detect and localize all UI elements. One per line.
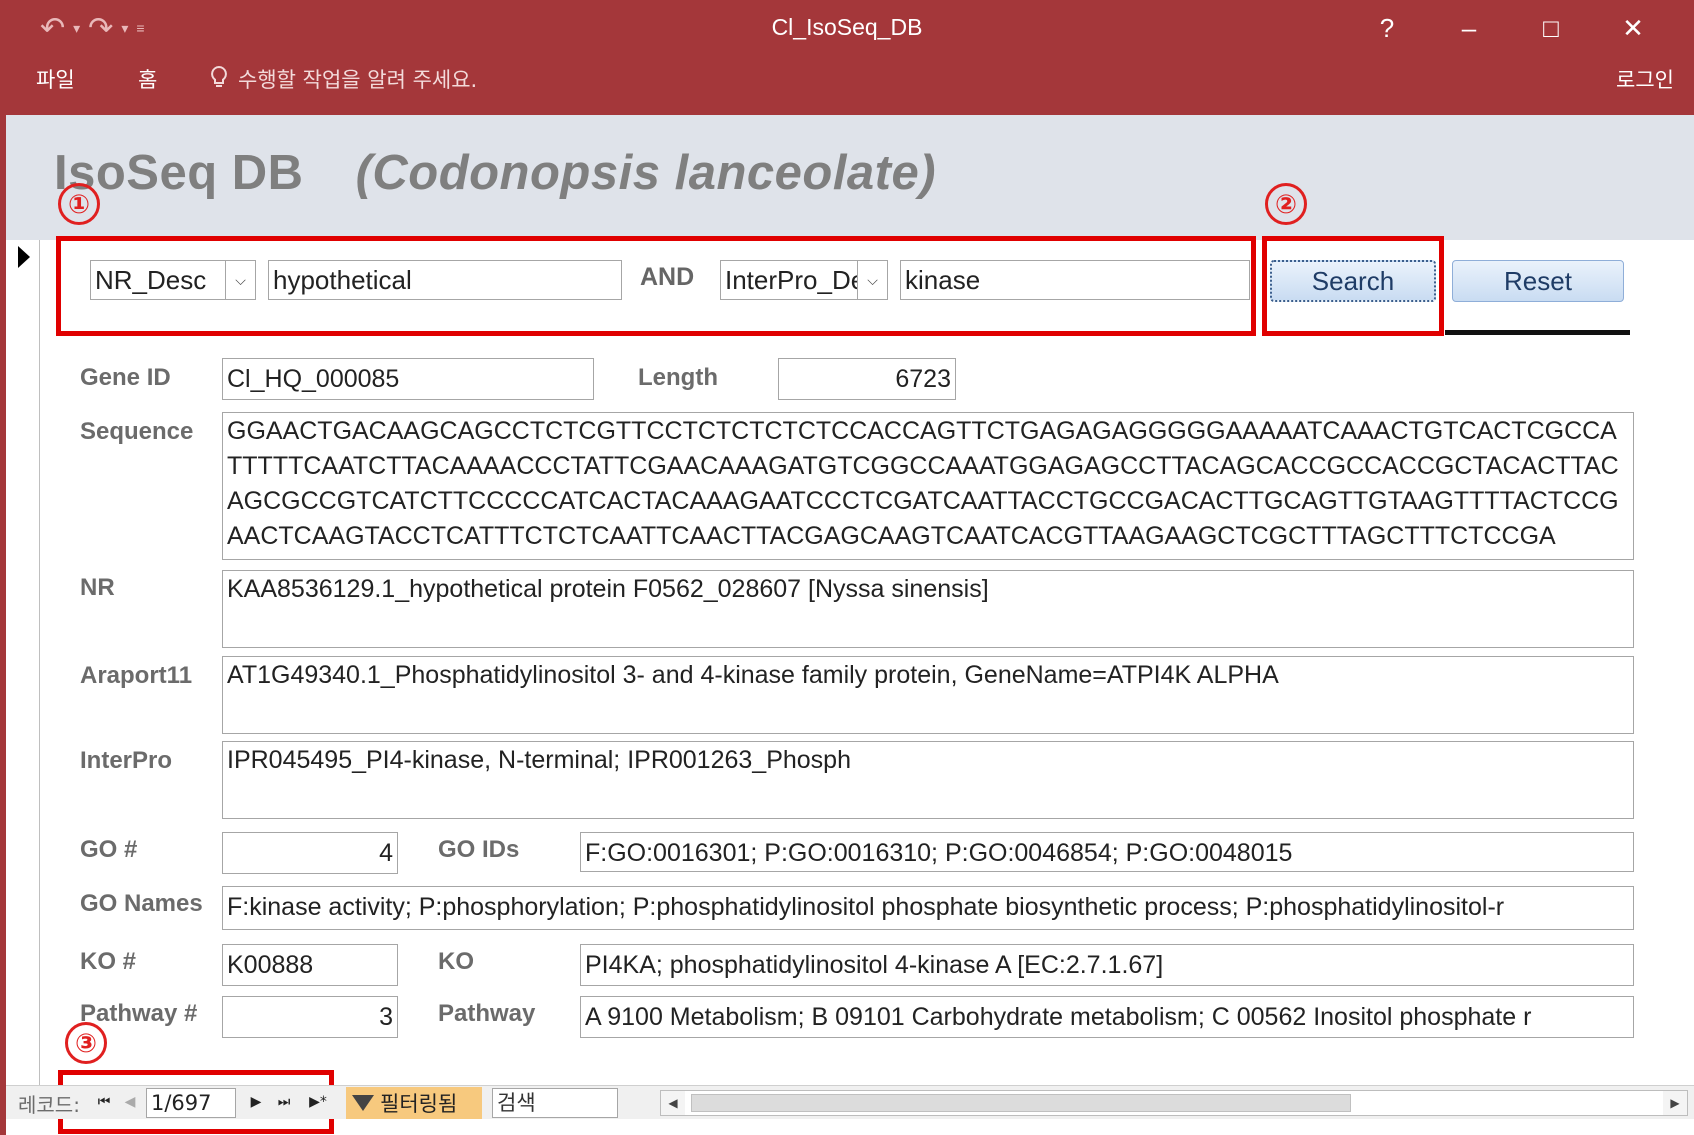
- next-record-icon[interactable]: ▶: [244, 1090, 268, 1114]
- chevron-down-icon[interactable]: ⌵: [225, 261, 255, 299]
- sequence-field[interactable]: GGAACTGACAAGCAGCCTCTCGTTCCTCTCTCTCTCCACC…: [222, 412, 1634, 560]
- interpro-label: InterPro: [80, 747, 173, 774]
- field2-value: InterPro_De: [725, 265, 866, 295]
- scrollbar-thumb[interactable]: [691, 1094, 1351, 1112]
- pathway-count-field[interactable]: 3: [222, 996, 398, 1038]
- ko-field[interactable]: PI4KA; phosphatidylinositol 4-kinase A […: [580, 944, 1634, 986]
- scroll-right-icon[interactable]: ▶: [1663, 1091, 1687, 1115]
- record-label: 레코드:: [18, 1093, 80, 1117]
- term1-input[interactable]: hypothetical: [268, 260, 622, 300]
- go-ids-field[interactable]: F:GO:0016301; P:GO:0016310; P:GO:0046854…: [580, 832, 1634, 872]
- maximize-button[interactable]: □: [1510, 8, 1592, 48]
- minimize-button[interactable]: –: [1428, 8, 1510, 48]
- nr-label: NR: [80, 574, 115, 601]
- interpro-field[interactable]: IPR045495_PI4-kinase, N-terminal; IPR001…: [222, 741, 1634, 819]
- field1-select[interactable]: NR_Desc ⌵: [90, 260, 256, 300]
- navigation-search-input[interactable]: 검색: [492, 1088, 618, 1118]
- help-button[interactable]: ?: [1346, 8, 1428, 48]
- filter-toggle[interactable]: 필터링됨: [346, 1087, 482, 1119]
- tab-file[interactable]: 파일: [36, 64, 75, 94]
- araport-field[interactable]: AT1G49340.1_Phosphatidylinositol 3- and …: [222, 656, 1634, 734]
- field2-select[interactable]: InterPro_De ⌵: [720, 260, 888, 300]
- ko-label: KO: [438, 948, 474, 975]
- chevron-down-icon[interactable]: ⌵: [857, 261, 887, 299]
- horizontal-scrollbar[interactable]: ◀ ▶: [660, 1090, 1688, 1116]
- araport-label: Araport11: [80, 662, 193, 689]
- scroll-left-icon[interactable]: ◀: [661, 1091, 685, 1115]
- lightbulb-icon: [210, 65, 228, 94]
- filter-status-text: 필터링됨: [380, 1092, 458, 1116]
- pathway-count-label: Pathway #: [80, 1000, 198, 1027]
- ko-count-label: KO #: [80, 948, 137, 975]
- pathway-label: Pathway: [438, 1000, 536, 1027]
- callout-3: ③: [65, 1022, 107, 1064]
- pathway-field[interactable]: A 9100 Metabolism; B 09101 Carbohydrate …: [580, 996, 1634, 1038]
- title-bar: ↶ ▾ ↷ ▾ ≡ Cl_IsoSeq_DB ? – □ ✕ 파일 홈 수행할 …: [0, 0, 1694, 115]
- ribbon-menu: 파일 홈 수행할 작업을 알려 주세요. 로그인: [0, 58, 1694, 98]
- current-record-arrow-icon: [18, 246, 30, 268]
- callout-1: ①: [58, 183, 100, 225]
- sign-in-link[interactable]: 로그인: [1616, 64, 1674, 94]
- form-species: (Codonopsis lanceolate): [355, 146, 937, 200]
- previous-record-icon[interactable]: ◀: [118, 1090, 142, 1114]
- record-selector[interactable]: [6, 240, 40, 1085]
- go-count-field[interactable]: 4: [222, 832, 398, 874]
- go-ids-label: GO IDs: [438, 836, 520, 863]
- form-title: IsoSeq DB (Codonopsis lanceolate): [54, 145, 936, 201]
- first-record-icon[interactable]: ⏮: [92, 1090, 116, 1114]
- term2-input[interactable]: kinase: [900, 260, 1250, 300]
- filter-icon: [352, 1095, 374, 1111]
- last-record-icon[interactable]: ⏭: [272, 1090, 296, 1114]
- new-record-icon[interactable]: ▶*: [302, 1090, 334, 1114]
- operator-label: AND: [640, 263, 695, 291]
- search-button[interactable]: Search: [1270, 260, 1436, 302]
- current-record-input[interactable]: 1/697: [146, 1088, 236, 1118]
- nr-field[interactable]: KAA8536129.1_hypothetical protein F0562_…: [222, 570, 1634, 648]
- tab-home[interactable]: 홈: [138, 64, 157, 94]
- tell-me-text: 수행할 작업을 알려 주세요.: [238, 68, 478, 92]
- go-names-label: GO Names: [80, 890, 203, 917]
- length-field[interactable]: 6723: [778, 358, 956, 400]
- gene-id-field[interactable]: Cl_HQ_000085: [222, 358, 594, 400]
- go-count-label: GO #: [80, 836, 138, 863]
- tell-me-box[interactable]: 수행할 작업을 알려 주세요.: [210, 64, 477, 94]
- record-navigation-bar: 레코드: ⏮ ◀ 1/697 ▶ ⏭ ▶* 필터링됨 검색 ◀ ▶: [6, 1085, 1694, 1119]
- callout-2: ②: [1265, 183, 1307, 225]
- divider-line: [1445, 330, 1630, 335]
- close-button[interactable]: ✕: [1592, 8, 1674, 48]
- sequence-label: Sequence: [80, 418, 194, 445]
- gene-id-label: Gene ID: [80, 364, 171, 391]
- length-label: Length: [638, 364, 718, 391]
- window-controls: ? – □ ✕: [1346, 8, 1674, 48]
- reset-button[interactable]: Reset: [1452, 260, 1624, 302]
- go-names-field[interactable]: F:kinase activity; P:phosphorylation; P:…: [222, 886, 1634, 930]
- ko-count-field[interactable]: K00888: [222, 944, 398, 986]
- field1-value: NR_Desc: [95, 265, 207, 295]
